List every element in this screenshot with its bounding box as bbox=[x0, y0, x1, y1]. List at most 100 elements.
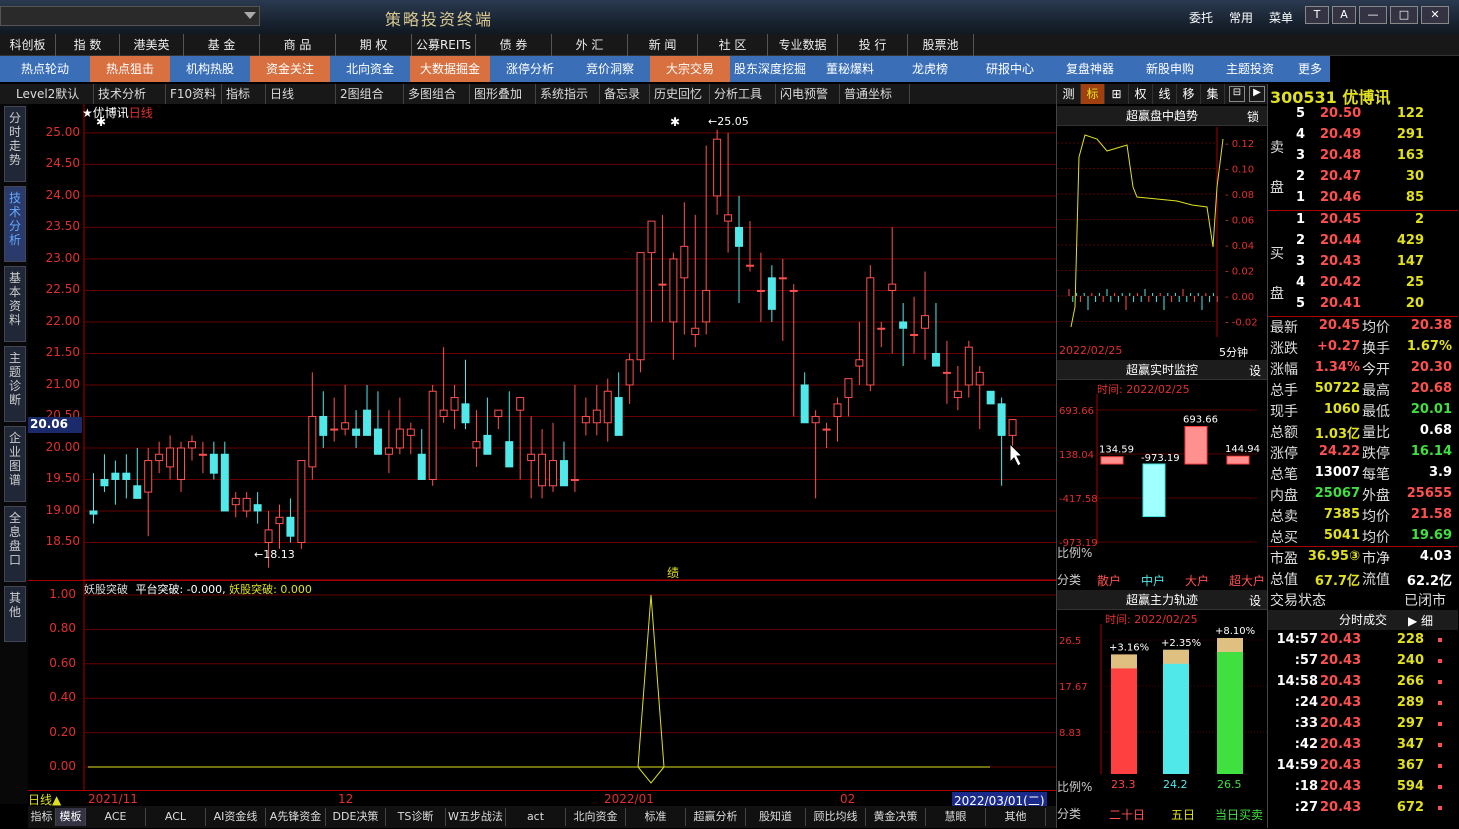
trade-price: 20.43 bbox=[1320, 695, 1362, 710]
nav-item[interactable]: 科创板 bbox=[0, 34, 56, 56]
indicator-tab[interactable]: 其他 bbox=[986, 808, 1046, 826]
feature-item[interactable]: 机构热股 bbox=[170, 56, 250, 82]
toolbar-item[interactable]: 历史回忆 bbox=[650, 84, 710, 104]
indicator-tab[interactable]: A先锋资金 bbox=[266, 808, 326, 826]
indicator-tab[interactable]: act bbox=[506, 808, 566, 826]
toolbar-item[interactable]: 多图组合 bbox=[404, 84, 470, 104]
panel-tab[interactable]: 测 bbox=[1057, 84, 1081, 104]
panel-tab[interactable]: ⊞ bbox=[1105, 84, 1129, 104]
indicator-tab[interactable]: 顾比均线 bbox=[806, 808, 866, 826]
indicator-tab[interactable]: 北向资金 bbox=[566, 808, 626, 826]
nav-item[interactable]: 基 金 bbox=[184, 34, 260, 56]
chevron-down-icon[interactable] bbox=[244, 12, 256, 19]
indicator-tab[interactable]: 标准 bbox=[626, 808, 686, 826]
nav-item[interactable]: 社 区 bbox=[698, 34, 768, 56]
indicator-tab[interactable]: DDE决策 bbox=[326, 808, 386, 826]
feature-item[interactable]: 热点狙击 bbox=[90, 56, 170, 82]
play-icon[interactable]: ▶ bbox=[1249, 86, 1265, 102]
close-icon[interactable]: ✕ bbox=[1421, 6, 1449, 24]
nav-item[interactable]: 债 券 bbox=[476, 34, 552, 56]
left-tab[interactable]: 主题诊断 bbox=[4, 346, 26, 422]
feature-item[interactable]: 龙虎榜 bbox=[890, 56, 970, 82]
toolbar-item[interactable]: 日线 bbox=[266, 84, 336, 104]
menu-common[interactable]: 常用 bbox=[1229, 9, 1253, 26]
toolbar-item[interactable]: F10资料 bbox=[166, 84, 222, 104]
toolbar-item[interactable]: Level2默认 bbox=[12, 84, 94, 104]
toolbar-item[interactable]: 指标 bbox=[222, 84, 266, 104]
nav-item[interactable]: 专业数据 bbox=[768, 34, 838, 56]
toolbar-item[interactable]: 备忘录 bbox=[600, 84, 650, 104]
nav-item[interactable]: 外 汇 bbox=[552, 34, 628, 56]
indicator-tab[interactable]: 超赢分析 bbox=[686, 808, 746, 826]
panel-tab[interactable]: 移 bbox=[1177, 84, 1201, 104]
indicator-tab[interactable]: 模板 bbox=[56, 808, 86, 826]
feature-item[interactable]: 热点轮动 bbox=[0, 56, 90, 82]
nav-item[interactable]: 港美英 bbox=[120, 34, 184, 56]
left-tab[interactable]: 基本资料 bbox=[4, 266, 26, 342]
left-tab[interactable]: 技术分析 bbox=[4, 186, 26, 262]
left-tab[interactable]: 企业图谱 bbox=[4, 426, 26, 502]
indicator-tab[interactable]: AI资金线 bbox=[206, 808, 266, 826]
feature-item[interactable]: 主题投资 bbox=[1210, 56, 1290, 82]
toolbar-item[interactable]: 系统指示 bbox=[536, 84, 600, 104]
a-icon[interactable]: A bbox=[1332, 6, 1356, 24]
indicator-tab[interactable]: ACE bbox=[86, 808, 146, 826]
feature-item[interactable]: 资金关注 bbox=[250, 56, 330, 82]
feature-item[interactable]: 涨停分析 bbox=[490, 56, 570, 82]
nav-item[interactable]: 投 行 bbox=[838, 34, 908, 56]
kline-chart[interactable]: ✱ ✱ ★优博讯日线 25.00 24.50 24.00 23.50 23.00 22.50… bbox=[28, 104, 1056, 580]
feature-item[interactable]: 新股申购 bbox=[1130, 56, 1210, 82]
nav-item[interactable]: 公募REITs bbox=[412, 34, 476, 56]
minimize-icon[interactable]: — bbox=[1359, 6, 1387, 24]
indicator-tab[interactable]: W五步战法 bbox=[446, 808, 506, 826]
feature-item[interactable]: 复盘神器 bbox=[1050, 56, 1130, 82]
indicator-tab[interactable]: 慧眼 bbox=[926, 808, 986, 826]
indicator-tab[interactable]: 股知道 bbox=[746, 808, 806, 826]
panel-tab[interactable]: 权 bbox=[1129, 84, 1153, 104]
nav-item[interactable]: 股票池 bbox=[908, 34, 974, 56]
toolbar-item[interactable]: 普通坐标 bbox=[840, 84, 910, 104]
mainforce-bar-top bbox=[1111, 654, 1137, 669]
ticks-expand-button[interactable]: ▶ 细 bbox=[1408, 612, 1433, 629]
feature-item[interactable]: 竞价洞察 bbox=[570, 56, 650, 82]
indicator-tab[interactable]: 指标 bbox=[28, 808, 56, 826]
left-tab[interactable]: 全息盘口 bbox=[4, 506, 26, 582]
candle bbox=[155, 441, 164, 474]
trend-interval[interactable]: 5分钟 bbox=[1219, 344, 1248, 360]
window-dropdown[interactable] bbox=[0, 6, 260, 26]
toolbar-item[interactable]: 分析工具 bbox=[710, 84, 776, 104]
menu-main[interactable]: 菜单 bbox=[1269, 9, 1293, 26]
feature-item[interactable]: 更多 bbox=[1290, 56, 1330, 82]
t-icon[interactable]: T bbox=[1305, 6, 1329, 24]
feature-item[interactable]: 大宗交易 bbox=[650, 56, 730, 82]
panel-tab[interactable]: 线 bbox=[1153, 84, 1177, 104]
indicator-tab[interactable]: TS诊断 bbox=[386, 808, 446, 826]
menu-trade[interactable]: 委托 bbox=[1189, 9, 1213, 26]
left-tab[interactable]: 其他 bbox=[4, 586, 26, 642]
indicator-tab[interactable]: 黄金决策 bbox=[866, 808, 926, 826]
panel-tab[interactable]: 集 bbox=[1201, 84, 1225, 104]
window-icon[interactable]: ⊟ bbox=[1229, 86, 1245, 102]
mainforce-settings-button[interactable]: 设 bbox=[1249, 592, 1261, 609]
nav-item[interactable]: 新 闻 bbox=[628, 34, 698, 56]
feature-item[interactable]: 研报中心 bbox=[970, 56, 1050, 82]
toolbar-item[interactable]: 技术分析 bbox=[94, 84, 166, 104]
toolbar-item[interactable]: 2图组合 bbox=[336, 84, 404, 104]
nav-item[interactable]: 期 权 bbox=[336, 34, 412, 56]
feature-item[interactable]: 大数据掘金 bbox=[410, 56, 490, 82]
nav-item[interactable]: 指 数 bbox=[56, 34, 120, 56]
buy-level: 2 bbox=[1296, 233, 1306, 248]
nav-item[interactable]: 商 品 bbox=[260, 34, 336, 56]
indicator-tab[interactable]: ACL bbox=[146, 808, 206, 826]
feature-item[interactable]: 董秘爆料 bbox=[810, 56, 890, 82]
panel-tab[interactable]: 标 bbox=[1081, 84, 1105, 104]
lock-button[interactable]: 锁 bbox=[1247, 108, 1259, 125]
indicator-chart[interactable]: 妖股突破 平台突破: -0.000, 妖股突破: 0.000 1.00 0.80 0… bbox=[28, 580, 1056, 791]
toolbar-item[interactable]: 图形叠加 bbox=[470, 84, 536, 104]
feature-item[interactable]: 股东深度挖掘 bbox=[730, 56, 810, 82]
feature-item[interactable]: 北向资金 bbox=[330, 56, 410, 82]
monitor-settings-button[interactable]: 设 bbox=[1249, 362, 1261, 379]
left-tab[interactable]: 分时走势 bbox=[4, 106, 26, 182]
maximize-icon[interactable]: □ bbox=[1390, 6, 1418, 24]
toolbar-item[interactable]: 闪电预警 bbox=[776, 84, 840, 104]
